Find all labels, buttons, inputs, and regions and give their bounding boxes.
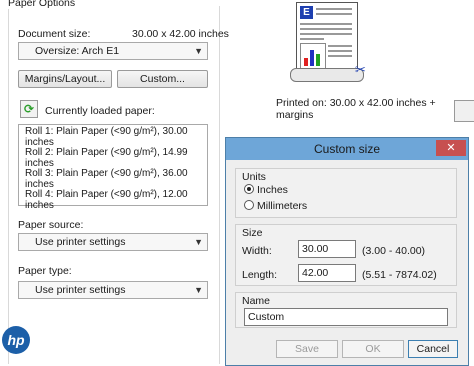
paper-source-label: Paper source:: [18, 219, 84, 231]
length-range: (5.51 - 7874.02): [362, 269, 437, 281]
chevron-down-icon: ▼: [194, 237, 203, 247]
size-select-value: Oversize: Arch E1: [35, 45, 120, 57]
radio-unselected-icon: [244, 200, 254, 210]
chevron-down-icon: ▼: [194, 46, 203, 56]
group-title: Paper Options: [6, 0, 78, 9]
width-label: Width:: [242, 245, 272, 257]
name-section: Name Custom: [235, 292, 457, 328]
scissors-icon: ✂: [355, 62, 366, 77]
size-section: Size Width: 30.00 (3.00 - 40.00) Length:…: [235, 224, 457, 286]
dialog-titlebar[interactable]: Custom size ✕: [226, 138, 468, 160]
paper-preview-image: E: [296, 2, 358, 70]
radio-millimeters-label: Millimeters: [257, 200, 308, 212]
list-item[interactable]: Roll 1: Plain Paper (<90 g/m²), 30.00 in…: [25, 126, 207, 148]
width-range: (3.00 - 40.00): [362, 245, 426, 257]
paper-type-label: Paper type:: [18, 265, 72, 277]
size-select[interactable]: Oversize: Arch E1 ▼: [18, 42, 208, 60]
paper-roll-icon: [290, 68, 364, 82]
close-icon[interactable]: ✕: [436, 140, 466, 156]
paper-type-select[interactable]: Use printer settings ▼: [18, 281, 208, 299]
list-item[interactable]: Roll 4: Plain Paper (<90 g/m²), 12.00 in…: [25, 189, 207, 211]
chevron-down-icon: ▼: [194, 285, 203, 295]
name-input[interactable]: Custom: [244, 308, 448, 326]
list-item[interactable]: Roll 3: Plain Paper (<90 g/m²), 36.00 in…: [25, 168, 207, 190]
list-item[interactable]: Roll 2: Plain Paper (<90 g/m²), 14.99 in…: [25, 147, 207, 169]
preview-caption: Printed on: 30.00 x 42.00 inches + margi…: [276, 97, 436, 121]
ok-button[interactable]: OK: [342, 340, 404, 358]
loaded-paper-list[interactable]: Roll 1: Plain Paper (<90 g/m²), 30.00 in…: [18, 124, 208, 210]
dialog-title: Custom size: [313, 142, 381, 156]
size-title: Size: [242, 227, 263, 239]
paper-source-select[interactable]: Use printer settings ▼: [18, 233, 208, 251]
units-section: Units Inches Millimeters: [235, 168, 457, 218]
cancel-button[interactable]: Cancel: [408, 340, 458, 358]
units-title: Units: [242, 171, 266, 183]
document-size-value: 30.00 x 42.00 inches: [132, 28, 229, 40]
radio-inches[interactable]: Inches: [244, 184, 364, 196]
paper-source-value: Use printer settings: [35, 236, 126, 248]
background-window-fragment: [454, 100, 474, 122]
radio-millimeters[interactable]: Millimeters: [244, 200, 364, 212]
radio-selected-icon: [244, 184, 254, 194]
preview-letter: E: [300, 6, 313, 19]
paper-type-value: Use printer settings: [35, 284, 126, 296]
length-input[interactable]: 42.00: [298, 264, 356, 282]
document-size-label: Document size:: [18, 28, 91, 40]
custom-size-button[interactable]: Custom...: [117, 70, 208, 88]
save-button[interactable]: Save: [276, 340, 338, 358]
chart-thumbnail-icon: [300, 43, 326, 69]
length-label: Length:: [242, 269, 278, 281]
hp-logo: hp: [2, 326, 30, 354]
width-input[interactable]: 30.00: [298, 240, 356, 258]
name-title: Name: [242, 295, 271, 307]
loaded-paper-label: Currently loaded paper:: [45, 105, 155, 117]
custom-size-dialog: Custom size ✕ Units Inches Millimeters S…: [225, 137, 469, 366]
margins-layout-button[interactable]: Margins/Layout...: [18, 70, 112, 88]
radio-inches-label: Inches: [257, 184, 288, 196]
refresh-icon[interactable]: ⟳: [20, 100, 38, 118]
